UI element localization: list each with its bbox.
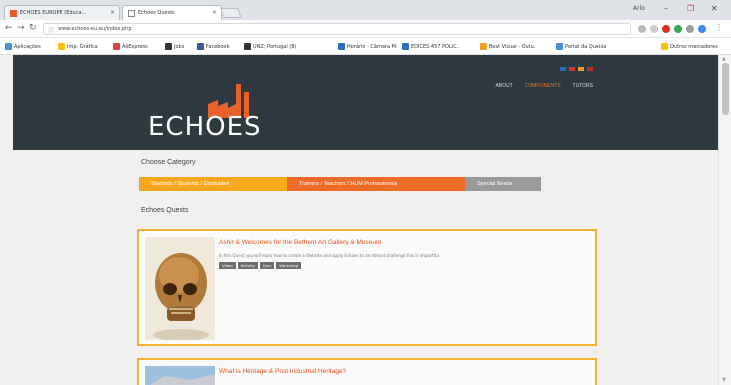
quest-image-skull: [145, 237, 215, 340]
skull-icon: [153, 253, 209, 340]
page-viewport: ABOUT COMPONENTS TUTORS ECHOES Choose Ca…: [0, 55, 731, 385]
bookmark-label: Jobs: [174, 43, 185, 50]
quest-card[interactable]: Ashir & Welcomes for the Bethem Art Gall…: [137, 229, 597, 346]
bookmark-label: EDICES 457 POLIC.: [411, 43, 459, 50]
quest-tag[interactable]: Workshop: [276, 262, 302, 269]
scroll-up-icon[interactable]: ▲: [722, 56, 726, 62]
category-trainers-button[interactable]: Trainers / Teachers / HUM Professionals: [287, 177, 465, 191]
extension-blue-icon[interactable]: [698, 25, 706, 33]
building-icon: [145, 366, 215, 385]
language-flags: [560, 67, 593, 71]
tab-title: ECHOES EUROPE (Educa...: [20, 10, 87, 16]
google-icon: [402, 43, 409, 50]
bookmark-page-icon: [556, 43, 563, 50]
bookmark-label: Facebook: [206, 43, 230, 50]
extension-red-icon[interactable]: [662, 25, 670, 33]
bookmark-page-icon: [480, 43, 487, 50]
bookmark-label: Outros marcadores: [670, 43, 718, 50]
bookmark-item[interactable]: EDICES 457 POLIC.: [402, 43, 458, 50]
bookmark-item[interactable]: Horário - Câmara M.: [338, 43, 398, 50]
address-toolbar: ← → ↻ ⓘ www.echoes-eu.eu/index.php ⋮: [0, 20, 731, 38]
url-text: www.echoes-eu.eu/index.php: [58, 26, 132, 32]
nav-components[interactable]: COMPONENTS: [525, 83, 561, 89]
quest-tag[interactable]: Activity: [237, 262, 258, 269]
extension-grey-icon[interactable]: [686, 25, 694, 33]
site-favicon-icon: [10, 9, 17, 17]
url-input[interactable]: ⓘ www.echoes-eu.eu/index.php: [43, 23, 631, 35]
flag-en-icon[interactable]: [560, 67, 566, 71]
aliexpress-icon: [113, 43, 120, 50]
flag-es-icon[interactable]: [578, 67, 584, 71]
info-icon: ⓘ: [48, 28, 55, 35]
bookmark-label: UNZ, Portugal (8): [253, 43, 297, 50]
bookmarks-bar: Aplicações Imp. Gráfica AliExpress Jobs …: [0, 38, 731, 55]
choose-category-heading: Choose Category: [141, 159, 196, 166]
site-nav: ABOUT COMPONENTS TUTORS: [495, 83, 593, 89]
quest-image-building: [145, 366, 215, 385]
quest-tag[interactable]: Video: [219, 262, 236, 269]
bookmark-page-icon: [338, 43, 345, 50]
bookmark-item[interactable]: Outros marcadores: [661, 43, 718, 50]
category-buttons: Students / Students / Graduates Trainers…: [139, 177, 541, 191]
minimize-icon[interactable]: –: [664, 4, 668, 13]
nav-about[interactable]: ABOUT: [495, 83, 512, 89]
bookmark-item[interactable]: AliExpress: [113, 43, 148, 50]
bookmark-label: AliExpress: [122, 43, 148, 50]
bookmark-item[interactable]: UNZ, Portugal (8): [244, 43, 296, 50]
bookmark-item[interactable]: Aplicações: [5, 43, 41, 50]
bookmark-page-icon: [244, 43, 251, 50]
back-icon[interactable]: ←: [5, 23, 13, 33]
quest-tag[interactable]: Quiz: [259, 262, 275, 269]
reload-icon[interactable]: ↻: [29, 23, 37, 33]
maximize-icon[interactable]: ❐: [687, 4, 694, 13]
quest-description: In this Quest you will learn how to crea…: [219, 253, 440, 258]
browser-tab-strip: ECHOES EUROPE (Educa... × Echoes Quests …: [0, 0, 731, 20]
tab-echoes-europe[interactable]: ECHOES EUROPE (Educa... ×: [4, 5, 120, 20]
flag-pt-icon[interactable]: [569, 67, 575, 71]
tab-title: Echoes Quests: [138, 10, 175, 16]
quest-title[interactable]: What is Heritage & Post Industrial Herit…: [219, 368, 346, 375]
facebook-icon: [197, 43, 204, 50]
bookmark-label: Best Visual - Outu.: [489, 43, 536, 50]
quest-title[interactable]: Ashir & Welcomes for the Bethem Art Gall…: [219, 239, 381, 246]
page-scrollbar[interactable]: ▲ ▼: [718, 55, 731, 385]
forward-icon[interactable]: →: [17, 23, 25, 33]
bookmark-item[interactable]: Portal da Queixa: [556, 43, 606, 50]
quest-tags: Video Activity Quiz Workshop: [219, 262, 302, 269]
scrollbar-thumb[interactable]: [722, 63, 729, 115]
apps-icon: [5, 43, 12, 50]
quests-heading: Echoes Quests: [141, 207, 189, 214]
site-header: ABOUT COMPONENTS TUTORS ECHOES: [13, 55, 718, 150]
folder-icon: [58, 43, 65, 50]
new-tab-button[interactable]: [220, 8, 242, 18]
bookmark-label: Horário - Câmara M.: [347, 43, 398, 50]
close-tab-icon[interactable]: ×: [110, 9, 115, 16]
echoes-logo[interactable]: ECHOES: [148, 80, 273, 142]
category-students-button[interactable]: Students / Students / Graduates: [139, 177, 287, 191]
bookmark-item[interactable]: Facebook: [197, 43, 230, 50]
logo-text: ECHOES: [148, 112, 262, 142]
extension-green-icon[interactable]: [674, 25, 682, 33]
close-tab-icon[interactable]: ×: [212, 9, 217, 16]
category-special-needs-button[interactable]: Special Needs: [465, 177, 541, 191]
tab-echoes-quests[interactable]: Echoes Quests ×: [122, 5, 222, 20]
bookmark-item[interactable]: Best Visual - Outu.: [480, 43, 535, 50]
search-icon[interactable]: [638, 25, 646, 33]
profile-name[interactable]: Arlo: [633, 5, 645, 12]
jobs-icon: [165, 43, 172, 50]
folder-icon: [661, 43, 668, 50]
quest-card[interactable]: What is Heritage & Post Industrial Herit…: [137, 358, 597, 385]
menu-kebab-icon[interactable]: ⋮: [715, 23, 723, 32]
bookmark-label: Aplicações: [14, 43, 41, 50]
star-icon[interactable]: [650, 25, 658, 33]
scroll-down-icon[interactable]: ▼: [722, 377, 726, 383]
bookmark-item[interactable]: Jobs: [165, 43, 184, 50]
bookmark-item[interactable]: Imp. Gráfica: [58, 43, 98, 50]
bookmark-label: Portal da Queixa: [565, 43, 607, 50]
close-window-icon[interactable]: ✕: [711, 4, 718, 13]
page-favicon-icon: [128, 9, 135, 17]
flag-other-icon[interactable]: [587, 67, 593, 71]
nav-tutors[interactable]: TUTORS: [573, 83, 593, 89]
bookmark-label: Imp. Gráfica: [67, 43, 98, 50]
